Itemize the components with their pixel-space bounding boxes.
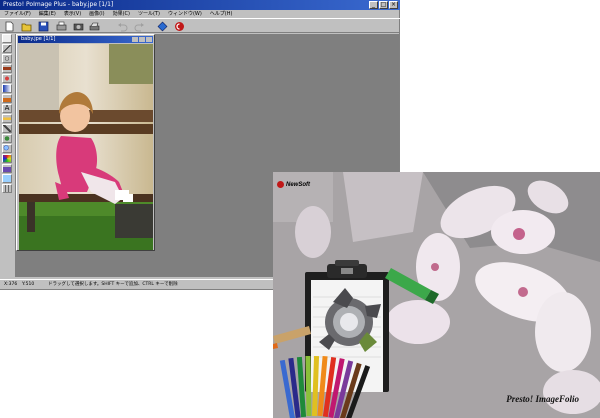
color-icon[interactable] xyxy=(2,154,12,163)
menu-image[interactable]: 画像(I) xyxy=(85,10,108,18)
doc-close-button[interactable] xyxy=(146,37,152,42)
imagefolio-icon[interactable] xyxy=(157,21,168,32)
print-icon[interactable] xyxy=(56,21,67,32)
window-title: Presto! PoImage Plus - baby.jpe [1/1] xyxy=(3,1,114,8)
close-button[interactable]: × xyxy=(389,1,398,9)
airbrush-icon[interactable] xyxy=(2,74,12,83)
imagefolio-splash: NewSoft Presto! ImageFolio xyxy=(273,172,600,418)
toolbar xyxy=(0,18,400,33)
menu-bar: ファイル(F) 編集(E) 表示(V) 画像(I) 効果(C) ツール(T) ウ… xyxy=(0,10,400,18)
doc-maximize-button[interactable] xyxy=(139,37,145,42)
acquire-icon[interactable] xyxy=(73,21,84,32)
baby-photo xyxy=(19,44,153,250)
menu-help[interactable]: ヘルプ(H) xyxy=(206,10,237,18)
newsoft-logo-icon xyxy=(277,181,284,188)
clone-icon[interactable] xyxy=(2,134,12,143)
title-bar: Presto! PoImage Plus - baby.jpe [1/1] _ … xyxy=(0,0,400,10)
newsoft-icon[interactable] xyxy=(174,21,185,32)
eraser-icon[interactable] xyxy=(2,114,12,123)
newsoft-logo: NewSoft xyxy=(286,182,310,188)
menu-edit[interactable]: 編集(E) xyxy=(35,10,60,18)
gradient-icon[interactable] xyxy=(2,84,12,93)
crop-icon[interactable] xyxy=(2,174,12,183)
save-icon[interactable] xyxy=(38,21,49,32)
brush-icon[interactable] xyxy=(2,64,12,73)
undo-icon[interactable] xyxy=(117,21,128,32)
pen-icon[interactable] xyxy=(2,124,12,133)
maximize-button[interactable]: □ xyxy=(379,1,388,9)
status-hint: ドラッグして選択します。SHIFT キーで追加、CTRL キーで削除 xyxy=(48,282,178,287)
menu-view[interactable]: 表示(V) xyxy=(60,10,85,18)
minimize-button[interactable]: _ xyxy=(369,1,378,9)
scan-icon[interactable] xyxy=(89,21,100,32)
redo-icon[interactable] xyxy=(134,21,145,32)
menu-tools[interactable]: ツール(T) xyxy=(134,10,164,18)
doc-minimize-button[interactable] xyxy=(132,37,138,42)
imagefolio-brand: Presto! ImageFolio xyxy=(506,394,579,404)
line-icon[interactable] xyxy=(2,44,12,53)
tool-palette: A xyxy=(2,34,14,200)
new-icon[interactable] xyxy=(4,21,15,32)
stamp-icon[interactable] xyxy=(2,164,12,173)
document-window[interactable]: baby.jpe [1/1] xyxy=(16,34,155,251)
menu-file[interactable]: ファイル(F) xyxy=(0,10,35,18)
status-y: Y:510 xyxy=(22,282,35,287)
menu-window[interactable]: ウィンドウ(W) xyxy=(164,10,206,18)
document-title-bar[interactable]: baby.jpe [1/1] xyxy=(18,36,153,43)
document-title: baby.jpe [1/1] xyxy=(21,36,56,42)
grid-icon[interactable] xyxy=(2,184,12,193)
menu-effects[interactable]: 効果(C) xyxy=(109,10,134,18)
marquee-icon[interactable] xyxy=(2,34,12,43)
zoom-icon[interactable] xyxy=(2,144,12,153)
text-icon[interactable]: A xyxy=(2,104,12,113)
fill-icon[interactable] xyxy=(2,94,12,103)
status-x: X:376 xyxy=(4,282,18,287)
open-icon[interactable] xyxy=(21,21,32,32)
splash-artwork xyxy=(273,172,600,418)
lasso-icon[interactable] xyxy=(2,54,12,63)
